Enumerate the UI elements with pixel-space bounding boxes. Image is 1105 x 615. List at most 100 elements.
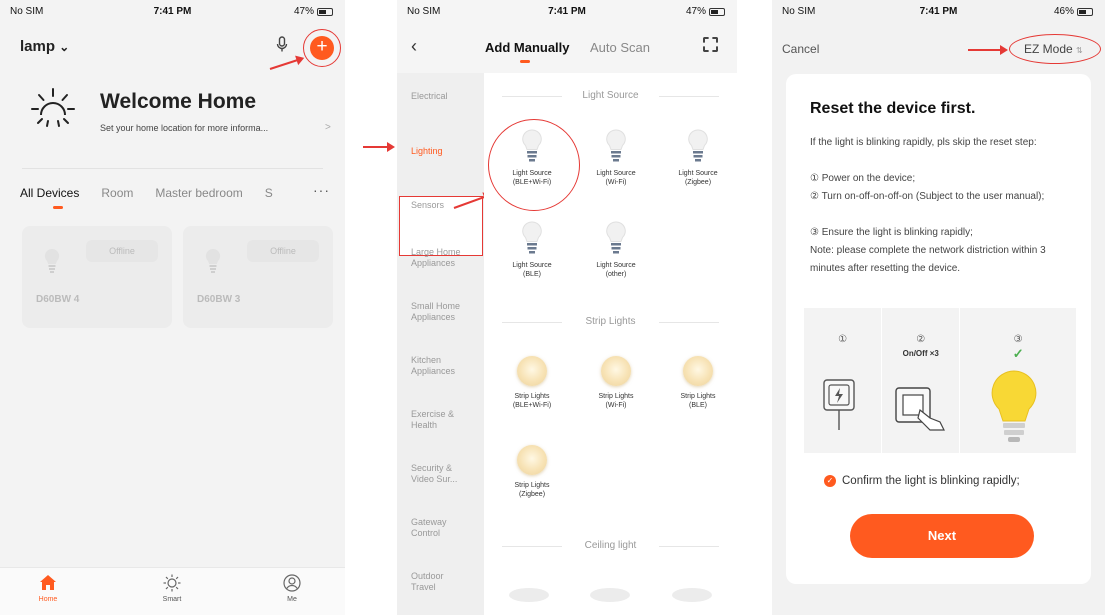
- tab-indicator: [53, 206, 63, 209]
- light-switch-icon: [895, 387, 946, 431]
- tab-add-manually[interactable]: Add Manually: [485, 40, 570, 55]
- product-variant: (Zigbee): [518, 491, 546, 498]
- home-selector[interactable]: lamp ⌄: [20, 38, 69, 55]
- strip-light-icon: [601, 356, 631, 386]
- battery-percent: 47%: [685, 6, 706, 17]
- product-name: Light Source: [596, 170, 636, 177]
- confirm-checkbox[interactable]: ✓ Confirm the light is blinking rapidly;: [824, 475, 1020, 487]
- battery-icon: [1077, 7, 1093, 16]
- home-screen: No SIM 7:41 PM 47% lamp ⌄ + Welcome Home…: [0, 0, 345, 615]
- annotation-circle: [303, 29, 341, 67]
- product-light-source-other[interactable]: Light Source (other): [574, 221, 658, 279]
- tabbar-smart[interactable]: Smart: [142, 574, 202, 603]
- cancel-button[interactable]: Cancel: [782, 42, 819, 56]
- annotation-arrow: [968, 45, 1008, 55]
- instruction-step: ③ Ensure the light is blinking rapidly;: [810, 227, 973, 238]
- product-variant: (Wi-Fi): [605, 402, 627, 409]
- user-icon: [262, 574, 322, 596]
- microphone-icon[interactable]: [276, 36, 288, 58]
- tabbar-home[interactable]: Home: [18, 574, 78, 603]
- instruction-step: ② Turn on-off-on-off-on (Subject to the …: [810, 191, 1045, 202]
- status-bar: No SIM 7:41 PM 46%: [772, 0, 1105, 22]
- device-card[interactable]: Offline D60BW 3: [183, 226, 333, 328]
- product-light-source-wifi[interactable]: Light Source (Wi-Fi): [574, 129, 658, 187]
- product-name: Light Source: [512, 262, 552, 269]
- category-large-home-appliances[interactable]: Large Home Appliances: [411, 247, 481, 269]
- tab-all-devices[interactable]: All Devices: [20, 186, 79, 200]
- status-badge: Offline: [86, 240, 158, 262]
- product-light-source-ble[interactable]: Light Source (BLE): [490, 221, 574, 279]
- product-variant: (BLE+Wi-Fi): [512, 179, 552, 186]
- tab-master-bedroom[interactable]: Master bedroom: [155, 186, 242, 200]
- section-title-strip-lights: Strip Lights: [484, 316, 737, 327]
- tab-room[interactable]: Room: [101, 186, 133, 200]
- tabbar-me[interactable]: Me: [262, 574, 322, 603]
- category-outdoor-travel[interactable]: Outdoor Travel: [411, 571, 461, 593]
- welcome-heading: Welcome Home: [100, 90, 256, 113]
- tab-auto-scan[interactable]: Auto Scan: [590, 40, 650, 55]
- annotation-circle: [1009, 34, 1101, 64]
- product-strip-ble-wifi[interactable]: Strip Lights (BLE+Wi-Fi): [490, 356, 574, 410]
- chevron-right-icon[interactable]: >: [325, 122, 331, 133]
- next-button[interactable]: Next: [850, 514, 1034, 558]
- category-exercise-health[interactable]: Exercise & Health: [411, 409, 461, 431]
- reset-illustration: ① ② On/Off ×3 ③ ✓: [804, 308, 1076, 453]
- product-variant: (other): [605, 271, 627, 278]
- back-icon[interactable]: ‹: [411, 36, 417, 57]
- product-light-source-zigbee[interactable]: Light Source (Zigbee): [656, 129, 737, 187]
- sun-icon: [142, 574, 202, 596]
- section-title-ceiling-light: Ceiling light: [484, 540, 737, 551]
- product-strip-wifi[interactable]: Strip Lights (Wi-Fi): [574, 356, 658, 410]
- screenshot-collage: No SIM 7:41 PM 47% lamp ⌄ + Welcome Home…: [0, 0, 1105, 615]
- page-title: Reset the device first.: [810, 100, 976, 117]
- step-caption: On/Off ×3: [902, 349, 939, 358]
- bulb-icon: [44, 248, 60, 273]
- category-security-video[interactable]: Security & Video Sur...: [411, 463, 475, 485]
- ceiling-light-icon[interactable]: [590, 588, 630, 602]
- annotation-arrow: [269, 57, 303, 70]
- product-grid: Light Source Light Source (BLE+Wi-Fi) Lig…: [484, 73, 737, 615]
- instruction-note: Note: please complete the network distri…: [810, 245, 1046, 274]
- battery-percent: 46%: [1053, 6, 1074, 17]
- tab-truncated[interactable]: S: [265, 186, 273, 200]
- product-name: Strip Lights: [514, 482, 550, 489]
- instruction-step: ① Power on the device;: [810, 173, 916, 184]
- illustration-step-switch: ② On/Off ×3: [882, 308, 961, 453]
- product-variant: (Zigbee): [684, 179, 712, 186]
- strip-light-icon: [517, 356, 547, 386]
- ceiling-light-icon[interactable]: [672, 588, 712, 602]
- illustration-step-blink: ③ ✓: [960, 308, 1076, 453]
- product-strip-zigbee[interactable]: Strip Lights (Zigbee): [490, 445, 574, 499]
- ceiling-light-icon[interactable]: [509, 588, 549, 602]
- tabbar-label: Smart: [162, 596, 182, 603]
- product-strip-ble[interactable]: Strip Lights (BLE): [656, 356, 737, 410]
- category-lighting[interactable]: Lighting: [411, 146, 443, 157]
- step-number: ①: [838, 334, 848, 345]
- battery-percent: 47%: [293, 6, 314, 17]
- add-device-screen: No SIM 7:41 PM 47% ‹ Add Manually Auto S…: [397, 0, 737, 615]
- category-electrical[interactable]: Electrical: [411, 91, 448, 102]
- reset-card: Reset the device first. If the light is …: [786, 74, 1091, 584]
- product-name: Strip Lights: [680, 393, 716, 400]
- category-small-home-appliances[interactable]: Small Home Appliances: [411, 301, 481, 323]
- more-icon[interactable]: ···: [313, 182, 330, 198]
- lit-bulb-icon: [991, 370, 1037, 442]
- chevron-down-icon: ⌄: [59, 40, 70, 54]
- product-light-source-ble-wifi[interactable]: Light Source (BLE+Wi-Fi): [490, 129, 574, 187]
- category-sensors[interactable]: Sensors: [411, 200, 444, 211]
- category-kitchen-appliances[interactable]: Kitchen Appliances: [411, 355, 471, 377]
- divider: [22, 168, 323, 169]
- house-icon: [18, 574, 78, 596]
- product-variant: (BLE): [689, 402, 707, 409]
- location-hint[interactable]: Set your home location for more informa.…: [100, 123, 268, 133]
- scan-qr-icon[interactable]: [703, 37, 718, 52]
- home-name-label: lamp: [20, 38, 56, 55]
- device-card[interactable]: Offline D60BW 4: [22, 226, 172, 328]
- strip-light-icon: [683, 356, 713, 386]
- category-gateway-control[interactable]: Gateway Control: [411, 517, 461, 539]
- product-name: Strip Lights: [598, 393, 634, 400]
- step-number: ③: [1013, 334, 1023, 345]
- reset-device-screen: No SIM 7:41 PM 46% Cancel EZ Mode ⇅ Rese…: [772, 0, 1105, 615]
- bulb-icon: [606, 221, 626, 254]
- sun-icon: [31, 88, 75, 127]
